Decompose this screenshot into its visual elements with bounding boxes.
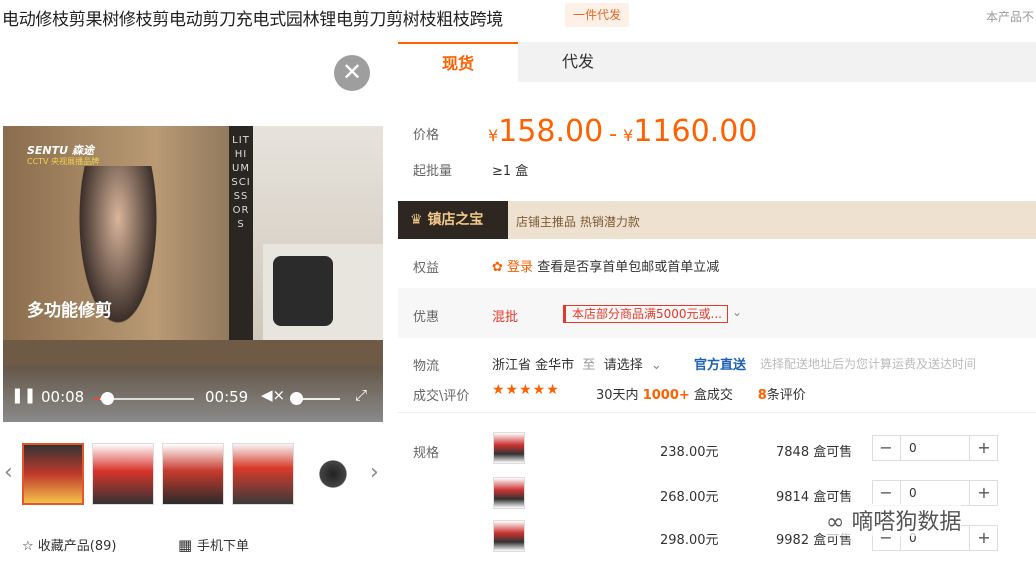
total-time: 00:59: [205, 388, 249, 406]
price-separator: -: [609, 122, 618, 147]
chevron-right-icon[interactable]: ›: [370, 460, 379, 485]
treasure-title: ♛ 镇店之宝: [398, 201, 508, 239]
spec-image[interactable]: [493, 432, 525, 464]
spec-image[interactable]: [493, 520, 525, 552]
ship-to-select[interactable]: 请选择: [604, 358, 643, 373]
spec-price: 238.00元: [660, 445, 719, 460]
ship-route: 浙江省 金华市 至 请选择 ⌄: [492, 354, 662, 373]
tab-in-stock[interactable]: 现货: [398, 42, 518, 82]
price-range: ¥158.00- ¥1160.00: [488, 114, 757, 149]
quantity-stepper: − 0 +: [872, 480, 998, 506]
volume-handle[interactable]: [290, 392, 303, 405]
price-low: 158.00: [498, 114, 604, 149]
thumbnail-5[interactable]: [302, 443, 364, 505]
plus-button[interactable]: +: [971, 481, 997, 505]
login-link[interactable]: 登录: [507, 260, 533, 275]
divider: [398, 412, 1036, 413]
plus-button[interactable]: +: [971, 526, 997, 550]
video-vertical-text: LITHIUM SCISSORS: [231, 135, 251, 230]
tab-dropship[interactable]: 代发: [518, 42, 638, 82]
gift-icon: ✿: [492, 260, 508, 275]
moq-label: 起批量: [413, 164, 453, 179]
video-controls: ❚❚ 00:08 00:59 ◀× ⤢: [3, 366, 383, 422]
crown-icon: ♛: [410, 212, 428, 228]
favorite-button[interactable]: ☆ 收藏产品(89): [22, 535, 116, 554]
mobile-label: 手机下单: [196, 539, 249, 554]
thumbnail-1[interactable]: [22, 443, 84, 505]
volume-icon[interactable]: ◀×: [261, 386, 285, 404]
current-time: 00:08: [41, 388, 85, 406]
rights-line: ✿ 登录 查看是否享首单包邮或首单立减: [492, 256, 719, 275]
deals-prefix: 30天内: [596, 388, 639, 403]
dropship-badge: 一件代发: [565, 3, 630, 27]
reviews-label: 成交\评价: [413, 389, 470, 404]
watermark: ∞ 嘀嗒狗数据: [826, 504, 962, 536]
shipping-note: 选择配送地址后为您计算运费及送达时间: [760, 357, 977, 371]
video-brand-sub: CCTV 央视展播品牌: [27, 157, 100, 166]
deals-line: 30天内 1000+ 盒成交 8条评价: [596, 384, 806, 403]
chevron-left-icon[interactable]: ‹: [4, 460, 13, 485]
product-title: 电动修枝剪果树修枝剪电动剪刀充电式园林锂电剪刀剪树枝粗枝跨境: [2, 10, 503, 30]
currency-symbol-2: ¥: [623, 126, 634, 145]
official-delivery-link[interactable]: 官方直送: [694, 354, 746, 373]
spec-stock: 9814 盒可售: [776, 490, 853, 505]
rights-text: 查看是否享首单包邮或首单立减: [537, 260, 720, 275]
promo-label: 优惠: [413, 310, 440, 325]
ship-to-word: 至: [582, 358, 596, 373]
treasure-title-text: 镇店之宝: [427, 212, 484, 228]
mobile-order-button[interactable]: ▦ 手机下单: [178, 535, 249, 554]
video-progress-handle[interactable]: [101, 392, 114, 405]
chevron-down-icon[interactable]: ⌄: [732, 305, 742, 319]
deals-suffix: 盒成交: [693, 388, 733, 403]
minus-button[interactable]: −: [873, 481, 899, 505]
rating-stars: ★★★★★: [492, 382, 560, 398]
quantity-input[interactable]: 0: [900, 436, 970, 460]
review-suffix[interactable]: 条评价: [767, 388, 806, 403]
fullscreen-icon[interactable]: ⤢: [355, 386, 367, 404]
ship-from: 浙江省 金华市: [492, 358, 575, 373]
wechat-icon: ∞: [826, 510, 852, 535]
top-right-note: 本产品不: [986, 10, 1035, 24]
quantity-input[interactable]: 0: [900, 481, 970, 505]
chevron-down-icon-2[interactable]: ⌄: [651, 358, 662, 373]
pause-icon[interactable]: ❚❚: [11, 386, 36, 404]
quantity-stepper: − 0 +: [872, 435, 998, 461]
thumbnail-strip: ‹ ›: [0, 440, 390, 510]
mixed-batch-tag: 混批: [492, 310, 519, 325]
favorite-label: 收藏产品(89): [37, 539, 117, 554]
minus-button[interactable]: −: [873, 436, 899, 460]
shears-image: [273, 256, 333, 326]
close-icon: ✕: [341, 58, 363, 86]
thumbnail-3[interactable]: [162, 443, 224, 505]
plus-button[interactable]: +: [971, 436, 997, 460]
thumbnail-2[interactable]: [92, 443, 154, 505]
watermark-text: 嘀嗒狗数据: [851, 510, 962, 535]
treasure-text: 店铺主推品 热销潜力款: [516, 215, 640, 229]
qr-code-icon: ▦: [178, 536, 197, 554]
review-count[interactable]: 8: [758, 388, 767, 403]
coupon-tag[interactable]: 本店部分商品满5000元或...: [563, 305, 728, 323]
rights-label: 权益: [413, 261, 440, 276]
price-label: 价格: [413, 128, 440, 143]
thumbnail-4[interactable]: [232, 443, 294, 505]
close-video-button[interactable]: ✕: [334, 55, 370, 91]
spec-image[interactable]: [493, 477, 525, 509]
spec-price: 268.00元: [660, 490, 719, 505]
video-caption: 多功能修剪: [27, 301, 112, 321]
deals-count: 1000+: [642, 388, 690, 403]
spec-price: 298.00元: [660, 533, 719, 548]
spec-row: 238.00元 7848 盒可售 − 0 +: [398, 432, 1036, 477]
mode-tabs: 现货 代发: [398, 42, 1036, 82]
star-outline-icon: ☆: [22, 539, 38, 554]
currency-symbol: ¥: [488, 126, 499, 145]
price-high: 1160.00: [633, 114, 758, 149]
video-progress-fill: [94, 398, 100, 400]
spec-stock: 7848 盒可售: [776, 445, 853, 460]
logistics-label: 物流: [413, 359, 440, 374]
moq-value: ≥1 盒: [492, 164, 529, 179]
